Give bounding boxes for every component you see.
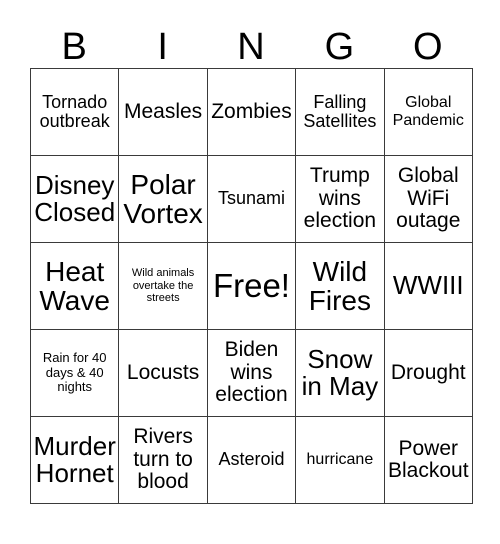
bingo-cell-label: Power Blackout [387,436,469,482]
bingo-cell[interactable]: Heat Wave [29,242,120,330]
bingo-cell-label: Snow in May [301,343,379,401]
bingo-header: B I N G O [30,12,472,68]
bingo-cell-label: WWIII [392,270,464,301]
bingo-cell[interactable]: Zombies [206,68,297,156]
bingo-cell-label: Measles [123,99,203,123]
bingo-cell[interactable]: Murder Hornet [29,416,120,504]
bingo-cell-label: Zombies [211,99,292,123]
bingo-cell[interactable]: Global Pandemic [383,68,473,156]
bingo-cell[interactable]: Wild Fires [295,242,385,330]
bingo-cell-label: Tornado outbreak [39,91,110,131]
bingo-cell-label: Locusts [126,360,200,384]
bingo-card: B I N G O Tornado outbreak Measles Zombi… [29,12,473,504]
bingo-cell[interactable]: Power Blackout [383,416,473,504]
header-letter-n: N [237,26,265,68]
header-letter-b: B [61,26,87,68]
bingo-grid: Tornado outbreak Measles Zombies Falling… [29,68,473,504]
bingo-cell-label: Disney Closed [34,169,116,227]
bingo-cell[interactable]: Global WiFi outage [383,155,473,243]
bingo-cell[interactable]: Snow in May [295,329,385,417]
bingo-cell-label: Heat Wave [39,255,110,316]
bingo-cell[interactable]: Measles [118,68,208,156]
bingo-cell[interactable]: Polar Vortex [118,155,208,243]
bingo-cell-label: Rivers turn to blood [133,425,193,494]
bingo-cell[interactable]: Disney Closed [29,155,120,243]
bingo-cell[interactable]: Biden wins election [206,329,297,417]
bingo-cell-label: Drought [390,360,466,384]
bingo-cell[interactable]: hurricane [295,416,385,504]
header-letter-i: I [157,26,168,68]
bingo-cell-label: Tsunami [217,188,285,209]
bingo-cell-label: Rain for 40 days & 40 nights [42,349,107,395]
bingo-row: Heat Wave Wild animals overtake the stre… [29,242,473,330]
bingo-cell[interactable]: Drought [383,329,473,417]
bingo-cell-label: Global WiFi outage [396,164,461,233]
bingo-cell-label: Falling Satellites [303,91,377,131]
header-letter-o: O [413,26,443,68]
bingo-row: Murder Hornet Rivers turn to blood Aster… [29,416,473,504]
bingo-row: Disney Closed Polar Vortex Tsunami Trump… [29,155,473,243]
bingo-cell[interactable]: WWIII [383,242,473,330]
bingo-cell-label: Free! [212,266,290,304]
bingo-cell[interactable]: Tornado outbreak [29,68,120,156]
header-letter-g: G [324,26,355,68]
bingo-cell-label: Biden wins election [215,338,288,407]
bingo-cell[interactable]: Tsunami [206,155,297,243]
bingo-cell[interactable]: Rivers turn to blood [118,416,208,504]
bingo-cell-label: Global Pandemic [392,94,464,129]
bingo-cell-label: Asteroid [218,449,285,470]
bingo-cell[interactable]: Asteroid [206,416,297,504]
bingo-cell[interactable]: Falling Satellites [295,68,385,156]
bingo-cell[interactable]: Trump wins election [295,155,385,243]
bingo-cell-label: Trump wins election [303,164,377,233]
bingo-row: Tornado outbreak Measles Zombies Falling… [29,68,473,156]
bingo-cell[interactable]: Wild animals overtake the streets [118,242,208,330]
bingo-cell-label: Wild Fires [308,255,371,316]
bingo-cell-label: Wild animals overtake the streets [131,266,195,305]
bingo-row: Rain for 40 days & 40 nights Locusts Bid… [29,329,473,417]
bingo-cell-free[interactable]: Free! [206,242,297,330]
bingo-cell[interactable]: Locusts [118,329,208,417]
bingo-cell[interactable]: Rain for 40 days & 40 nights [29,329,120,417]
bingo-cell-label: hurricane [306,451,374,469]
bingo-cell-label: Polar Vortex [123,168,203,229]
bingo-cell-label: Murder Hornet [33,430,116,488]
